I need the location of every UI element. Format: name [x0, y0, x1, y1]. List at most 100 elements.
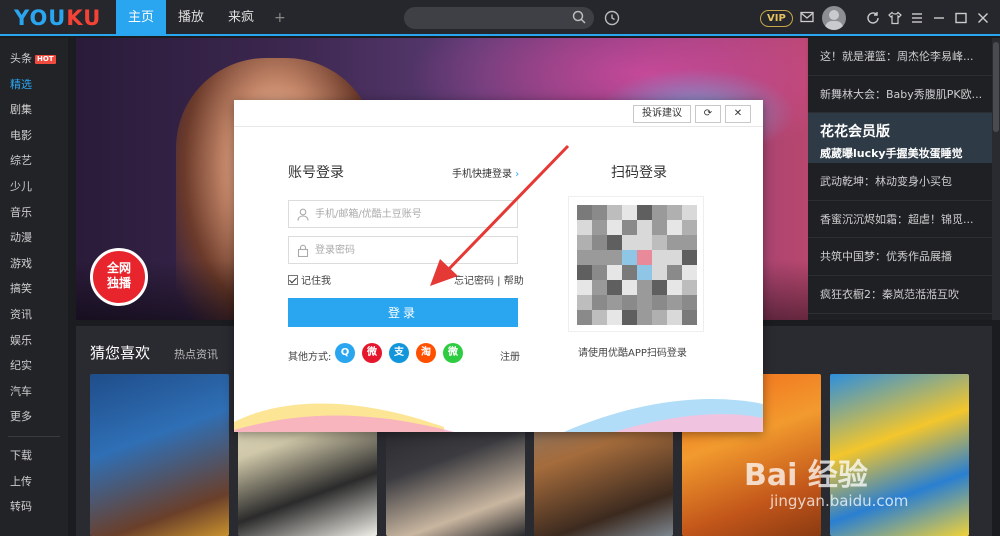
minimize-icon[interactable]	[932, 11, 946, 25]
dialog-divider	[234, 126, 763, 127]
forgot-password-link[interactable]: 忘记密码	[454, 276, 494, 287]
qr-cell	[667, 280, 682, 295]
login-button[interactable]: 登录	[288, 298, 518, 327]
sidebar-item-entertainment[interactable]: 娱乐	[0, 328, 68, 354]
remember-me-checkbox[interactable]	[288, 274, 298, 285]
refresh-button[interactable]: ⟳	[695, 105, 721, 123]
qr-login-title: 扫码登录	[611, 165, 667, 181]
add-tab-button[interactable]: +	[266, 0, 294, 36]
sidebar-item-news[interactable]: 资讯	[0, 302, 68, 328]
close-button[interactable]: ✕	[725, 105, 751, 123]
sidebar-item-variety[interactable]: 综艺	[0, 148, 68, 174]
qr-cell	[607, 205, 622, 220]
qr-cell	[592, 310, 607, 325]
section-title: 猜您喜欢	[90, 344, 151, 362]
list-item[interactable]: 共筑中国梦：优秀作品展播	[808, 238, 992, 276]
sidebar-item-download[interactable]: 下载	[0, 443, 68, 469]
sidebar: 头条 HOT 精选 剧集 电影 综艺 少儿 音乐 动漫 游戏 搞笑 资讯 娱乐 纪…	[0, 38, 68, 536]
top-bar: YOUKU 主页 播放 来疯 + VIP	[0, 0, 1000, 36]
sidebar-divider	[8, 435, 60, 437]
sidebar-item-series[interactable]: 剧集	[0, 97, 68, 123]
sidebar-item-funny[interactable]: 搞笑	[0, 276, 68, 302]
list-item[interactable]: 这！就是灌篮：周杰伦李易峰...	[808, 38, 992, 76]
nav-play[interactable]: 播放	[166, 0, 216, 36]
sidebar-item-music[interactable]: 音乐	[0, 200, 68, 226]
sidebar-item-auto[interactable]: 汽车	[0, 379, 68, 405]
feedback-button[interactable]: 投诉建议	[633, 105, 691, 123]
history-clock-icon[interactable]	[604, 10, 620, 26]
search-box[interactable]	[404, 7, 594, 29]
remember-me[interactable]: 记住我	[288, 272, 331, 287]
password-input[interactable]	[315, 241, 510, 259]
qr-cell	[607, 250, 622, 265]
sidebar-item-more[interactable]: 更多	[0, 404, 68, 430]
account-input[interactable]	[315, 205, 510, 223]
sidebar-item-anime[interactable]: 动漫	[0, 225, 68, 251]
qr-cell	[607, 235, 622, 250]
featured-list-item[interactable]: 花花会员版 威葳曝lucky手握美妆蛋睡觉	[808, 113, 992, 164]
nav-laifeng[interactable]: 来疯	[216, 0, 266, 36]
wechat-icon[interactable]: 微	[443, 343, 463, 363]
sidebar-item-featured[interactable]: 精选	[0, 72, 68, 98]
list-item[interactable]: 疯狂衣橱2：秦岚范湉湉互吹	[808, 276, 992, 314]
list-item[interactable]: 香蜜沉沉烬如霜：超虐！锦觅...	[808, 201, 992, 239]
video-poster[interactable]	[90, 374, 229, 536]
qq-icon[interactable]: Q	[335, 343, 355, 363]
tab-hot-news[interactable]: 热点资讯	[174, 346, 218, 362]
nav-home[interactable]: 主页	[116, 0, 167, 36]
qr-cell	[637, 280, 652, 295]
youku-logo[interactable]: YOUKU	[14, 6, 101, 30]
qr-cell	[667, 235, 682, 250]
sidebar-item-kids[interactable]: 少儿	[0, 174, 68, 200]
qr-cell	[667, 265, 682, 280]
scrollbar-thumb[interactable]	[993, 42, 999, 132]
refresh-icon[interactable]	[866, 11, 880, 25]
qr-cell	[652, 295, 667, 310]
qr-cell	[622, 310, 637, 325]
qr-cell	[682, 250, 697, 265]
qr-cell	[577, 235, 592, 250]
exclusive-badge: 全网 独播	[90, 248, 148, 306]
logo-text-left: YOU	[14, 6, 67, 30]
vip-badge[interactable]: VIP	[760, 10, 793, 27]
qr-cell	[682, 235, 697, 250]
qr-cell	[637, 220, 652, 235]
sidebar-item-games[interactable]: 游戏	[0, 251, 68, 277]
qr-cell	[667, 205, 682, 220]
sidebar-item-transcode[interactable]: 转码	[0, 494, 68, 520]
password-field[interactable]	[288, 236, 518, 264]
weibo-icon[interactable]: 微	[362, 343, 382, 363]
qr-cell	[622, 205, 637, 220]
scrollbar[interactable]	[992, 38, 1000, 320]
help-link[interactable]: 帮助	[504, 276, 524, 287]
sidebar-item-documentary[interactable]: 纪实	[0, 353, 68, 379]
mail-icon[interactable]	[800, 11, 814, 23]
register-link[interactable]: 注册	[500, 348, 520, 363]
qr-cell	[607, 265, 622, 280]
search-icon[interactable]	[572, 10, 586, 24]
sidebar-item-movies[interactable]: 电影	[0, 123, 68, 149]
sidebar-item-upload[interactable]: 上传	[0, 469, 68, 495]
menu-icon[interactable]	[910, 11, 924, 25]
alipay-icon[interactable]: 支	[389, 343, 409, 363]
account-field[interactable]	[288, 200, 518, 228]
taobao-icon[interactable]: 淘	[416, 343, 436, 363]
list-item[interactable]: 新舞林大会：Baby秀腹肌PK欧...	[808, 76, 992, 114]
qr-cell	[577, 295, 592, 310]
phone-quick-login-link[interactable]: 手机快捷登录 ›	[452, 165, 519, 180]
dialog-wave-decoration	[234, 399, 763, 432]
avatar[interactable]	[822, 6, 846, 30]
featured-title: 花花会员版	[820, 124, 890, 141]
login-dialog: 投诉建议 ⟳ ✕ 账号登录 手机快捷登录 › 记住我 忘记密码 | 帮助 登录 …	[234, 100, 763, 432]
sidebar-item-headlines[interactable]: 头条 HOT	[0, 46, 68, 72]
list-item[interactable]: 武动乾坤：林动变身小买包	[808, 163, 992, 201]
forgot-help-links: 忘记密码 | 帮助	[454, 276, 524, 287]
qr-cell	[622, 235, 637, 250]
qr-cell	[637, 235, 652, 250]
qr-cell	[667, 250, 682, 265]
window-close-icon[interactable]	[976, 11, 990, 25]
hot-badge: HOT	[35, 55, 56, 64]
skin-shirt-icon[interactable]	[888, 11, 902, 25]
maximize-icon[interactable]	[954, 11, 968, 25]
qr-cell	[682, 265, 697, 280]
